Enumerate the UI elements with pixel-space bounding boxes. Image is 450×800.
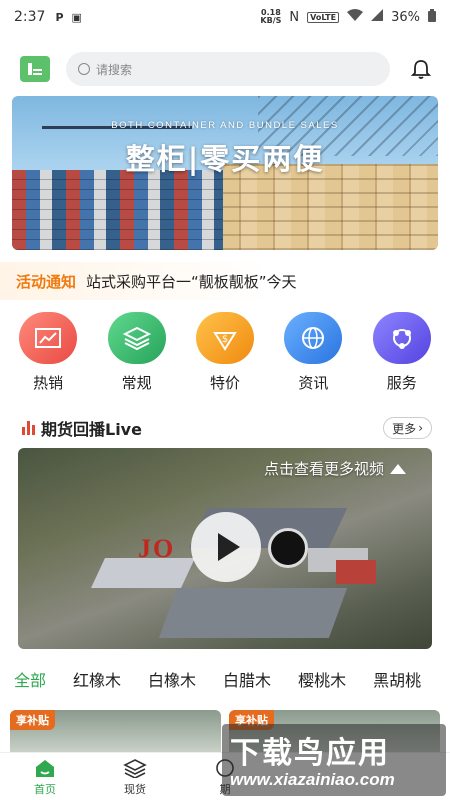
net-speed: 0.18 KB/S [260,9,281,25]
subsidy-badge: 享补贴 [10,710,55,730]
tab-black-walnut[interactable]: 黑胡桃 [373,667,421,691]
notice-tag: 活动通知 [16,272,77,291]
net-speed-unit: KB/S [260,16,282,25]
svg-text:$: $ [222,334,228,345]
site-watermark: 下载鸟应用 www.xiazainiao.com [222,724,446,796]
video-building [158,588,348,638]
category-label: 常规 [121,374,152,392]
tab-red-oak[interactable]: 红橡木 [73,667,121,691]
wifi-icon [347,9,364,25]
tree-logo-icon [268,528,308,568]
banner-subtitle: BOTH CONTAINER AND BUNDLE SALES [111,120,339,131]
section-title: 期货回播Live [41,420,142,439]
tab-all[interactable]: 全部 [14,667,46,691]
nav-home[interactable]: 首页 [5,757,85,797]
video-player[interactable]: 点击查看更多视频 JO [18,448,432,649]
live-bar [32,425,35,435]
live-bar [27,421,30,435]
chevron-right-icon: › [418,421,423,435]
category-label: 特价 [209,374,240,392]
category-service[interactable]: 服务 [362,312,442,398]
share-icon [372,312,431,364]
category-label: 服务 [386,374,417,392]
tab-white-oak[interactable]: 白橡木 [148,667,196,691]
nfc-icon: N [289,9,300,25]
battery-level: 36% [391,9,420,25]
stack-icon [123,757,147,779]
category-label: 资讯 [298,374,329,392]
futures-section-header: 期货回播Live 更多 › [22,416,432,440]
wood-type-tabs: 全部 红橡木 白橡木 白腊木 樱桃木 黑胡桃 [0,664,450,694]
volte-badge: VoLTE [307,11,340,23]
home-icon [33,757,57,779]
product-card[interactable]: 享补贴 [10,710,221,752]
more-label: 更多 [392,421,417,436]
tab-cherry[interactable]: 樱桃木 [298,667,346,691]
watermark-url: www.xiazainiao.com [230,770,395,789]
search-placeholder: 请搜索 [96,62,133,77]
signal-icon [371,9,384,25]
category-grid: 热销 常规 $ 特价 资讯 服务 [0,312,450,398]
parking-icon: P [55,10,64,24]
video-brand-text: JO [138,534,176,563]
notice-text: 站式采购平台一“靓板靓板”今天 [86,272,297,291]
app-header: 请搜索 [0,48,450,90]
chart-icon [19,312,78,364]
live-bar [22,427,25,435]
video-building [336,560,376,584]
status-right: 0.18 KB/S N VoLTE 36% [260,8,436,26]
more-button[interactable]: 更多 › [383,417,432,439]
bell-icon[interactable] [406,54,436,84]
status-time: 2:37 [14,9,46,25]
play-icon [217,533,240,561]
more-videos-label: 点击查看更多视频 [263,460,384,478]
promo-banner[interactable]: BOTH CONTAINER AND BUNDLE SALES 整柜|零买两便 [12,96,438,250]
nav-home-label: 首页 [34,782,56,796]
live-bars-icon [22,421,35,435]
search-input[interactable]: 请搜索 [66,52,390,86]
banner-title: 整柜|零买两便 [125,142,325,176]
category-news[interactable]: 资讯 [273,312,353,398]
triangle-up-icon [390,463,406,474]
banner-containers-lines [12,170,227,250]
activity-notice[interactable]: 活动通知 站式采购平台一“靓板靓板”今天 [0,262,450,300]
watermark-title: 下载鸟应用 [230,736,390,771]
tab-white-ash[interactable]: 白腊木 [223,667,271,691]
download-icon: ▣ [71,10,82,24]
more-videos-link[interactable]: 点击查看更多视频 [264,458,406,479]
globe-icon [284,312,343,364]
play-button[interactable] [191,512,261,582]
status-bar: 2:37 P ▣ 0.18 KB/S N VoLTE 36% [0,0,450,34]
category-hot[interactable]: 热销 [8,312,88,398]
layers-icon [107,312,166,364]
category-regular[interactable]: 常规 [97,312,177,398]
price-tag-icon: $ [195,312,254,364]
battery-icon [428,8,436,26]
app-logo-icon[interactable] [20,56,50,82]
category-special[interactable]: $ 特价 [185,312,265,398]
search-icon [78,63,90,75]
category-label: 热销 [33,374,64,392]
nav-spot-label: 现货 [124,782,146,796]
nav-spot[interactable]: 现货 [95,757,175,797]
